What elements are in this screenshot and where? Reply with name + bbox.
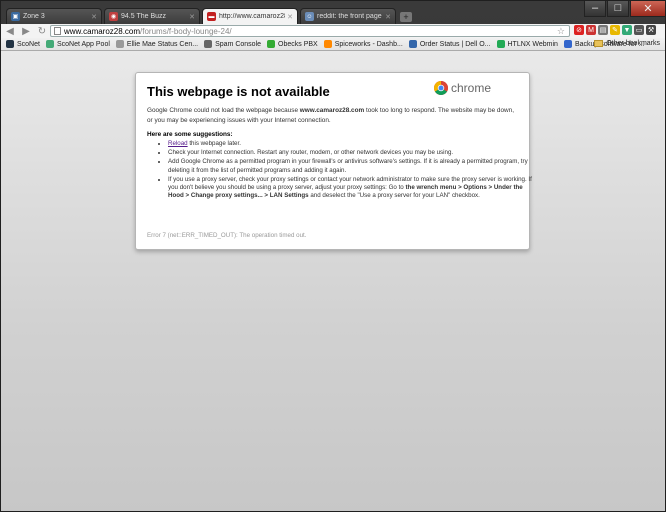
chrome-wordmark: chrome — [450, 81, 491, 95]
page-content: This webpage is not available chrome Goo… — [0, 51, 666, 512]
page-icon — [54, 27, 61, 35]
bookmark-icon — [267, 40, 276, 48]
tab-title: http://www.camaroz28.com — [219, 13, 285, 20]
back-button[interactable]: ◀ — [4, 25, 16, 37]
close-tab-icon[interactable]: ✕ — [189, 13, 195, 21]
reddit-icon: ☺ — [305, 12, 314, 21]
page-menu-icon[interactable]: ▭ — [634, 25, 644, 35]
print-icon[interactable]: ▤ — [598, 25, 608, 35]
block-icon[interactable]: ⊘ — [574, 25, 584, 35]
bookmark-sconet[interactable]: ScoNet — [6, 40, 40, 48]
bookmark-label: Spam Console — [215, 40, 262, 48]
bookmark-icon — [115, 40, 124, 48]
new-tab-button[interactable]: + — [400, 12, 412, 22]
bookmark-label: HTLNX Webmin — [507, 40, 558, 48]
description-text: Google Chrome could not load the webpage… — [147, 107, 300, 114]
bookmark-ellie-mae[interactable]: Ellie Mae Status Cen... — [115, 40, 199, 48]
bookmark-label: Ellie Mae Status Cen... — [126, 40, 199, 48]
bookmark-label: Spiceworks - Dashb... — [334, 40, 403, 48]
radio-icon: ◉ — [109, 12, 118, 21]
chrome-icon — [433, 81, 448, 95]
bookmark-sconet-app-pool[interactable]: ScoNet App Pool — [45, 40, 110, 48]
camaro-icon: ▬ — [207, 12, 216, 21]
tab-reddit[interactable]: ☺ reddit: the front page of the ✕ — [300, 8, 396, 24]
address-bar[interactable]: www.camaroz28.com /forums/f-body-lounge-… — [50, 25, 570, 37]
suggestions-list: Reload this webpage later. Check your In… — [147, 140, 540, 201]
bookmark-icon — [6, 40, 14, 48]
wrench-icon[interactable]: ⚒ — [646, 25, 656, 35]
url-host: www.camaroz28.com — [64, 26, 141, 36]
site-icon: ▣ — [11, 12, 20, 21]
bookmark-label: Obecks PBX — [278, 40, 318, 48]
tab-title: 94.5 The Buzz — [121, 13, 167, 20]
bookmark-icon — [45, 40, 54, 48]
tab-title: reddit: the front page of the — [317, 13, 383, 20]
tab-zone3[interactable]: ▣ Zone 3 ✕ — [6, 8, 102, 24]
reload-button[interactable]: ↻ — [36, 25, 48, 37]
bookmark-icon — [496, 40, 505, 48]
error-title: This webpage is not available — [147, 84, 330, 99]
suggestion-text: this webpage later. — [187, 140, 241, 147]
close-tab-icon[interactable]: ✕ — [287, 13, 293, 21]
url-path: /forums/f-body-lounge-24/ — [140, 26, 232, 36]
bookmark-star-icon[interactable]: ☆ — [557, 26, 565, 37]
tab-camaroz28[interactable]: ▬ http://www.camaroz28.com ✕ — [202, 8, 298, 24]
window-controls: – □ ✕ — [583, 0, 666, 18]
list-item: Reload this webpage later. — [168, 140, 540, 148]
other-bookmarks-label: Other bookmarks — [606, 40, 660, 47]
error-card: This webpage is not available chrome Goo… — [135, 72, 532, 250]
suggestions-title: Here are some suggestions: — [147, 131, 233, 138]
download-icon[interactable]: ▼ — [622, 25, 632, 35]
list-item: Check your Internet connection. Restart … — [168, 149, 540, 157]
other-bookmarks[interactable]: Other bookmarks — [594, 40, 660, 47]
bookmark-label: ScoNet — [17, 40, 40, 48]
error-description: Google Chrome could not load the webpage… — [147, 106, 517, 125]
bookmark-label: Order Status | Dell O... — [419, 40, 491, 48]
bookmarks-bar: ScoNet ScoNet App Pool Ellie Mae Status … — [0, 38, 666, 51]
suggestion-text: and deselect the "Use a proxy server for… — [308, 192, 480, 200]
bookmark-spam-console[interactable]: Spam Console — [204, 40, 261, 48]
description-host: www.camaroz28.com — [299, 107, 365, 114]
note-icon[interactable]: ✎ — [610, 25, 620, 35]
error-code: Error 7 (net::ERR_TIMED_OUT): The operat… — [147, 232, 307, 239]
gmail-icon[interactable]: M — [586, 25, 596, 35]
tab-title: Zone 3 — [23, 13, 45, 20]
list-item: Add Google Chrome as a permitted program… — [168, 158, 540, 174]
close-tab-icon[interactable]: ✕ — [385, 13, 391, 21]
bookmark-htlnx-webmin[interactable]: HTLNX Webmin — [496, 40, 558, 48]
bookmark-dell-order-status[interactable]: Order Status | Dell O... — [408, 40, 491, 48]
list-item: If you use a proxy server, check your pr… — [168, 176, 540, 201]
browser-window: – □ ✕ ▣ Zone 3 ✕ ◉ 94.5 The Buzz ✕ ▬ htt… — [0, 0, 666, 512]
bookmark-icon — [204, 40, 213, 48]
maximize-button[interactable]: □ — [607, 0, 629, 17]
tab-strip: ▣ Zone 3 ✕ ◉ 94.5 The Buzz ✕ ▬ http://ww… — [6, 8, 412, 24]
minimize-button[interactable]: – — [584, 0, 606, 17]
folder-icon — [594, 40, 604, 47]
reload-link[interactable]: Reload — [168, 140, 188, 147]
close-tab-icon[interactable]: ✕ — [91, 13, 97, 21]
forward-button[interactable]: ▶ — [20, 25, 32, 37]
toolbar: ◀ ▶ ↻ www.camaroz28.com /forums/f-body-l… — [0, 24, 666, 38]
bookmark-icon — [408, 40, 417, 48]
bookmark-icon — [563, 40, 572, 48]
close-window-button[interactable]: ✕ — [630, 0, 666, 17]
tab-the-buzz[interactable]: ◉ 94.5 The Buzz ✕ — [104, 8, 200, 24]
chrome-logo: chrome — [433, 81, 491, 95]
bookmark-obecks-pbx[interactable]: Obecks PBX — [267, 40, 318, 48]
extension-icons: ⊘ M ▤ ✎ ▼ ▭ ⚒ — [574, 25, 658, 35]
bookmark-icon — [323, 40, 332, 48]
bookmark-spiceworks[interactable]: Spiceworks - Dashb... — [323, 40, 403, 48]
bookmark-label: ScoNet App Pool — [56, 40, 110, 48]
